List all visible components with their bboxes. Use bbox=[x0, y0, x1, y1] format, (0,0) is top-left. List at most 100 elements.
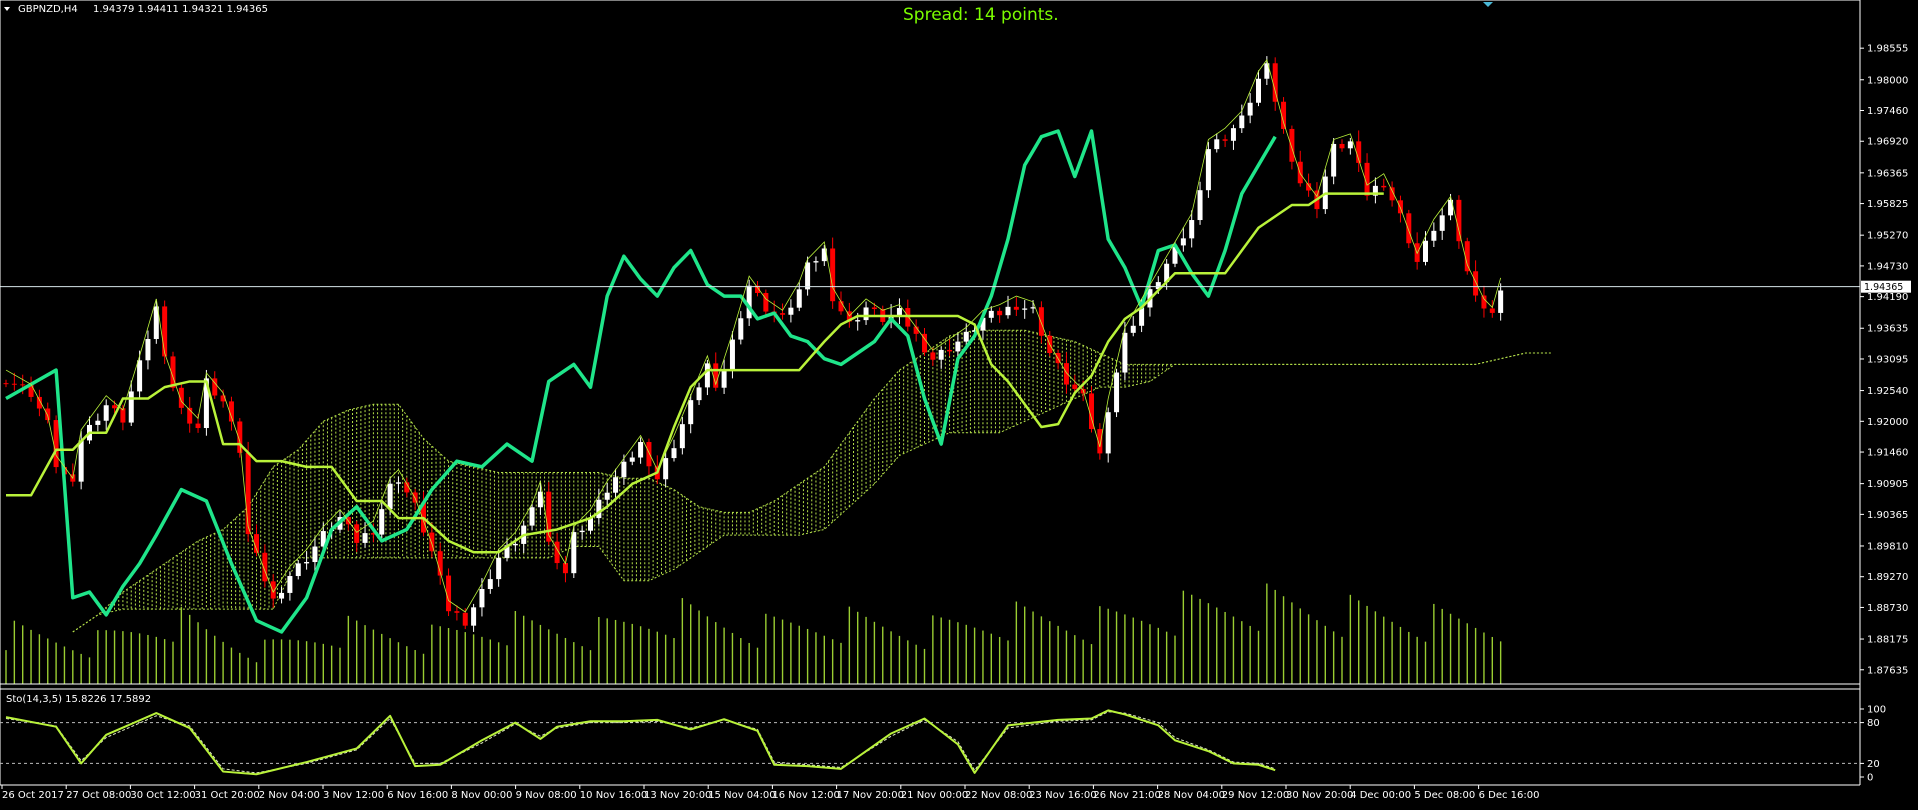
candle-body bbox=[629, 457, 635, 462]
candle-body bbox=[963, 331, 969, 342]
price-tick-label: 1.95825 bbox=[1867, 199, 1908, 210]
candle-body bbox=[1406, 213, 1412, 244]
price-tick-label: 1.98555 bbox=[1867, 44, 1908, 55]
candle-body bbox=[1180, 238, 1186, 246]
candle-body bbox=[863, 307, 869, 321]
stochastic-tick-label: 100 bbox=[1867, 705, 1886, 716]
candle-body bbox=[1456, 199, 1462, 242]
candle-body bbox=[1423, 240, 1428, 262]
candle-body bbox=[696, 387, 702, 401]
candle-body bbox=[1214, 139, 1220, 150]
candle-body bbox=[162, 306, 168, 357]
time-tick-label: 9 Nov 08:00 bbox=[516, 790, 577, 801]
candle-body bbox=[245, 452, 251, 535]
candle-body bbox=[1331, 143, 1337, 177]
stochastic-tick-label: 80 bbox=[1867, 718, 1880, 729]
candle-body bbox=[1473, 271, 1479, 296]
chart-window[interactable]: 1.98555 1.98000 1.97460 1.96920 1.96365 1.958… bbox=[0, 0, 1918, 810]
candle-body bbox=[78, 440, 84, 482]
candle-body bbox=[1431, 230, 1437, 241]
candle-body bbox=[905, 308, 911, 327]
candle-body bbox=[796, 289, 802, 308]
candle-body bbox=[95, 420, 101, 425]
candle-body bbox=[955, 341, 961, 352]
candle-body bbox=[1105, 412, 1111, 454]
candle-body bbox=[487, 579, 493, 590]
time-tick-label: 16 Nov 12:00 bbox=[772, 790, 839, 801]
price-tick-label: 1.96920 bbox=[1867, 137, 1908, 148]
price-tick-label: 1.90905 bbox=[1867, 479, 1908, 490]
candle-body bbox=[1022, 308, 1028, 310]
candle-body bbox=[579, 530, 585, 533]
candle-body bbox=[529, 507, 535, 526]
current-price-badge: 1.94365 bbox=[1861, 280, 1911, 293]
candle-body bbox=[1481, 295, 1487, 309]
candle-body bbox=[312, 546, 318, 563]
candle-body bbox=[1381, 185, 1387, 188]
candle-body bbox=[53, 420, 59, 468]
candle-body bbox=[11, 383, 17, 385]
candle-body bbox=[738, 318, 744, 340]
candle-body bbox=[1122, 332, 1128, 373]
candle-body bbox=[178, 387, 184, 408]
candle-body bbox=[395, 482, 401, 484]
time-tick-label: 8 Nov 00:00 bbox=[451, 790, 512, 801]
candle-body bbox=[938, 349, 944, 360]
candle-body bbox=[128, 391, 134, 423]
candle-body bbox=[1347, 141, 1353, 149]
candle-body bbox=[512, 543, 518, 546]
candle-body bbox=[830, 248, 836, 302]
candle-body bbox=[1247, 102, 1253, 116]
time-tick-label: 26 Nov 21:00 bbox=[1093, 790, 1160, 801]
candle-body bbox=[671, 448, 677, 459]
price-axis: 1.98555 1.98000 1.97460 1.96920 1.96365 1.958… bbox=[1860, 44, 1908, 676]
time-tick-label: 21 Nov 00:00 bbox=[901, 790, 968, 801]
candle-body bbox=[471, 607, 477, 626]
chart-svg[interactable]: 1.98555 1.98000 1.97460 1.96920 1.96365 1.958… bbox=[0, 0, 1918, 810]
candle-body bbox=[604, 492, 610, 500]
candle-body bbox=[679, 424, 685, 449]
candle-body bbox=[287, 576, 293, 593]
ohlc-values: 1.94379 1.94411 1.94321 1.94365 bbox=[93, 4, 268, 15]
candle-body bbox=[1205, 149, 1211, 191]
candle-body bbox=[1038, 307, 1044, 336]
price-tick-label: 1.93635 bbox=[1867, 324, 1908, 335]
candle-body bbox=[613, 477, 619, 493]
candle-body bbox=[454, 611, 460, 613]
candle-body bbox=[663, 458, 669, 480]
price-tick-label: 1.88175 bbox=[1867, 635, 1908, 646]
price-tick-label: 1.89270 bbox=[1867, 572, 1908, 583]
candle-body bbox=[704, 363, 710, 388]
candle-body bbox=[1139, 307, 1145, 326]
price-tick-label: 1.93095 bbox=[1867, 354, 1908, 365]
price-tick-label: 1.97460 bbox=[1867, 106, 1908, 117]
candle-body bbox=[1063, 363, 1069, 385]
stochastic-tick-label: 0 bbox=[1867, 773, 1873, 784]
time-tick-label: 27 Oct 08:00 bbox=[66, 790, 131, 801]
candle-body bbox=[112, 405, 118, 409]
candle-body bbox=[729, 339, 735, 370]
spread-label: Spread: 14 points. bbox=[903, 5, 1059, 25]
time-tick-label: 15 Nov 04:00 bbox=[708, 790, 775, 801]
time-tick-label: 26 Oct 2017 bbox=[2, 790, 64, 801]
candle-body bbox=[646, 442, 652, 467]
candle-body bbox=[1189, 220, 1195, 239]
candle-body bbox=[788, 307, 794, 315]
candle-body bbox=[947, 349, 953, 352]
time-tick-label: 22 Nov 08:00 bbox=[965, 790, 1032, 801]
time-tick-label: 10 Nov 16:00 bbox=[580, 790, 647, 801]
candle-body bbox=[1256, 78, 1261, 103]
candle-body bbox=[379, 509, 385, 535]
time-tick-label: 28 Nov 04:00 bbox=[1158, 790, 1225, 801]
candle-body bbox=[621, 461, 627, 478]
candle-body bbox=[387, 483, 393, 510]
candle-body bbox=[813, 261, 819, 263]
price-tick-label: 1.90365 bbox=[1867, 510, 1908, 521]
candle-body bbox=[596, 499, 602, 519]
candle-body bbox=[1013, 306, 1019, 310]
candle-body bbox=[1397, 200, 1403, 214]
price-tick-label: 1.88730 bbox=[1867, 603, 1908, 614]
candle-body bbox=[479, 589, 485, 608]
candle-body bbox=[45, 408, 51, 421]
candle-body bbox=[1489, 308, 1495, 313]
